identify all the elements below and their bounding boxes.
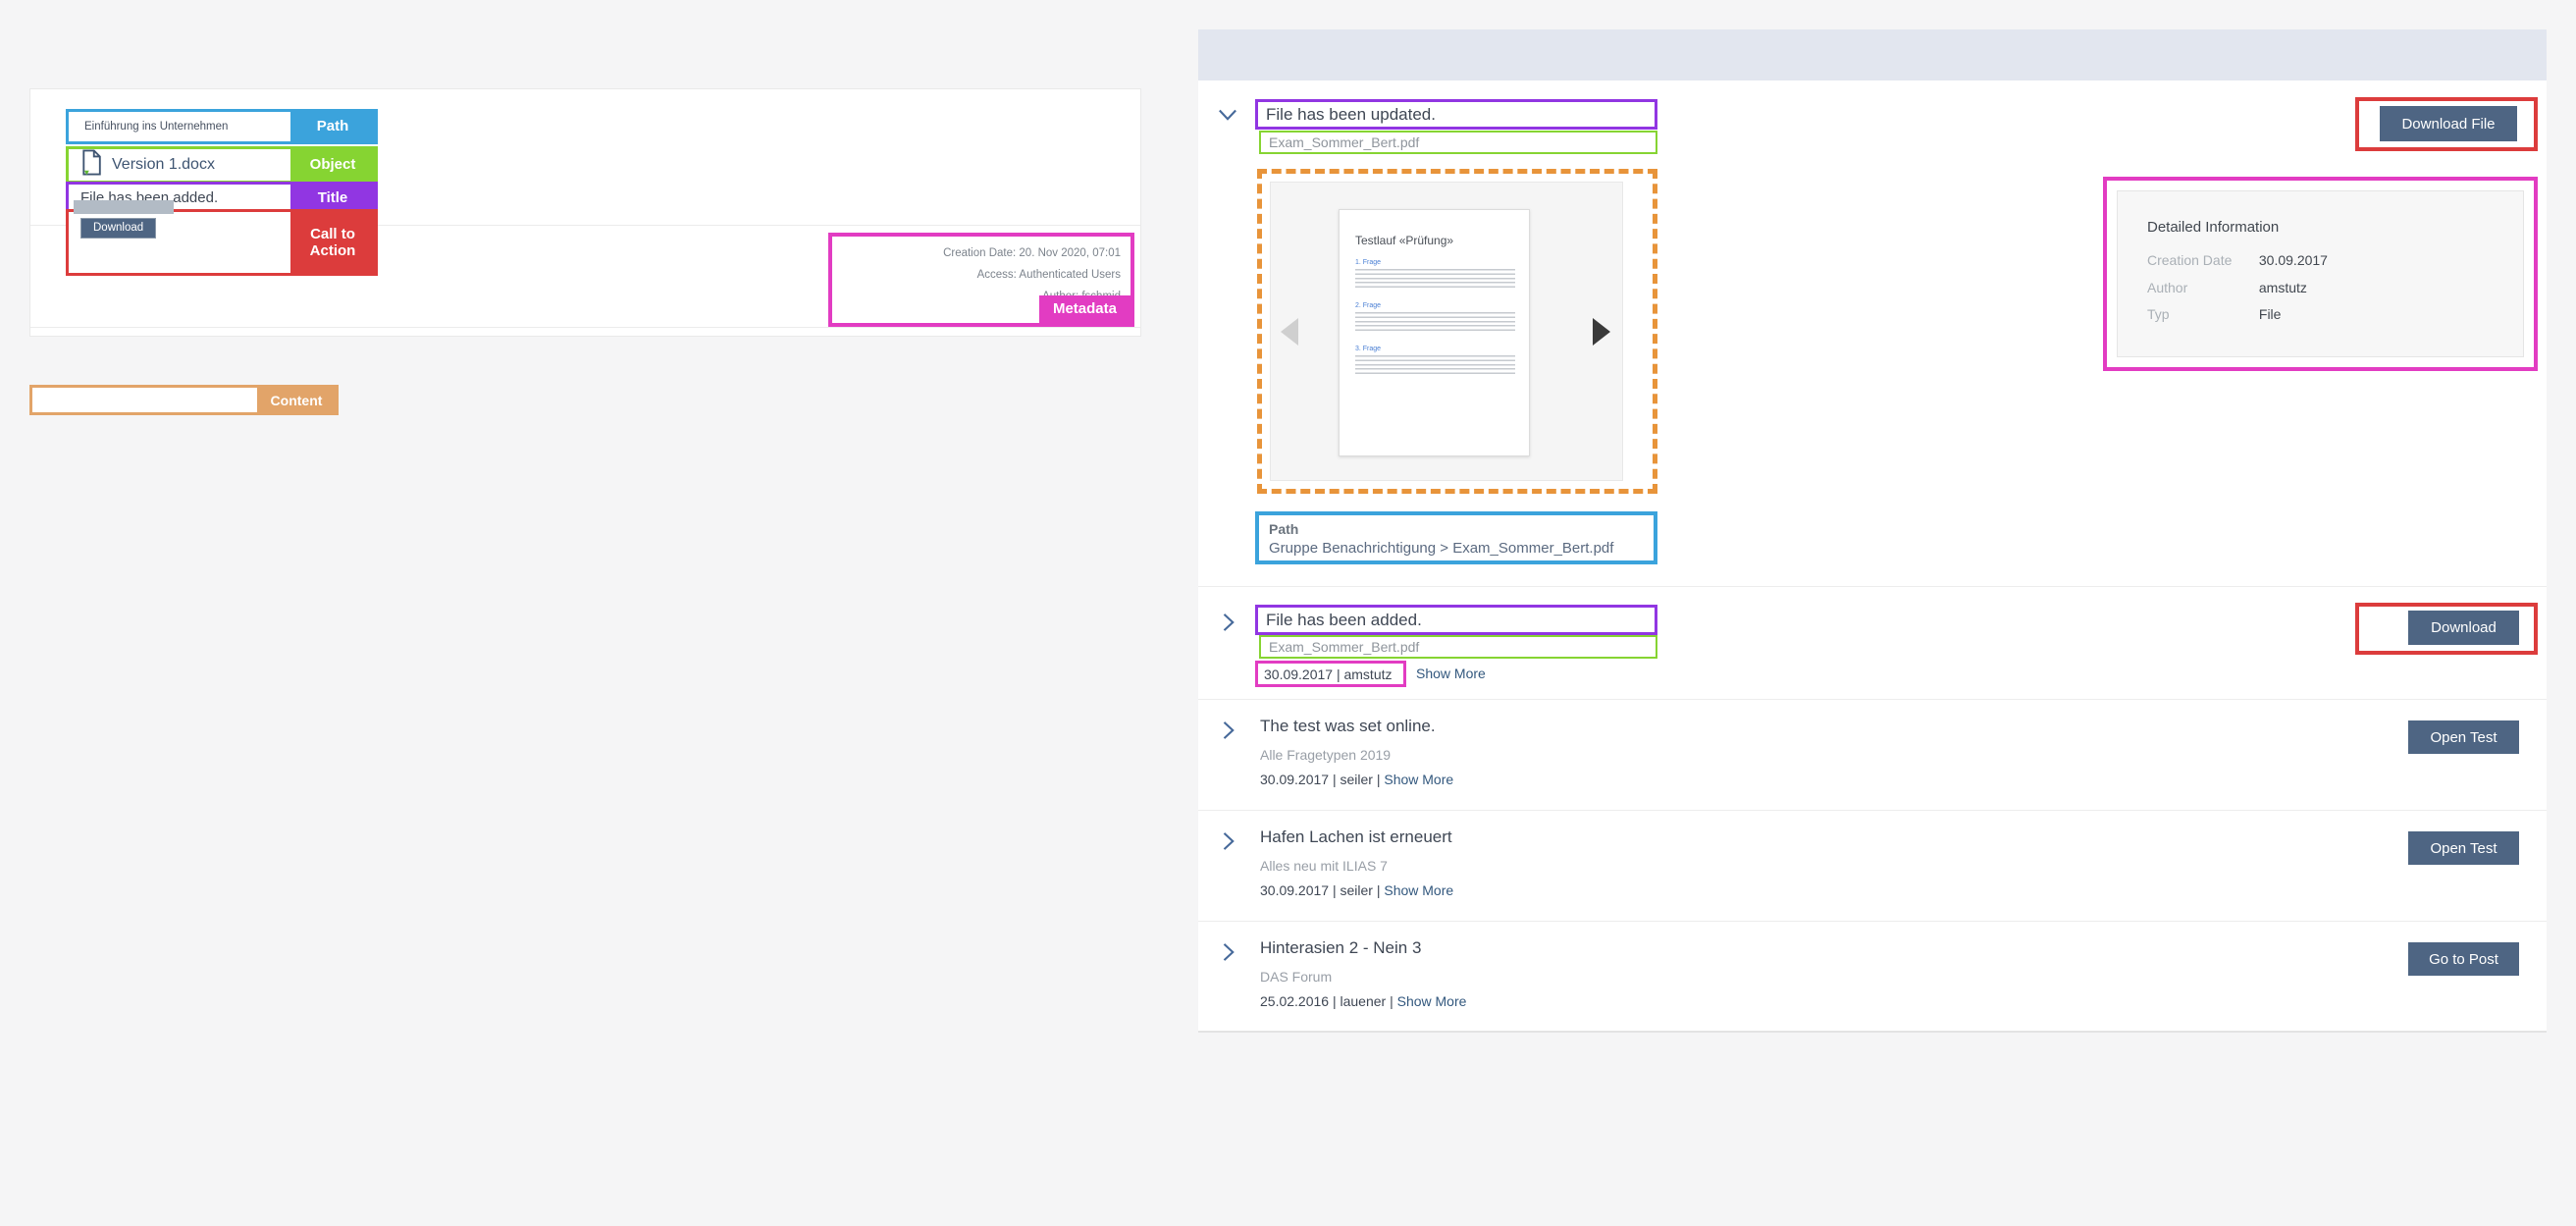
card-divider bbox=[30, 327, 1140, 328]
document-page-thumbnail: Testlauf «Prüfung» 1. Frage 2. Frage 3. … bbox=[1339, 209, 1530, 456]
legend-path-label: Path bbox=[290, 112, 375, 141]
legend-path-content: Einführung ins Unternehmen bbox=[69, 112, 290, 141]
download-file-button[interactable]: Download File bbox=[2380, 106, 2517, 141]
path-label: Path bbox=[1269, 521, 1644, 537]
chevron-right-icon[interactable] bbox=[1214, 609, 1241, 636]
document-section-heading: 3. Frage bbox=[1355, 346, 1515, 352]
document-preview-carousel: Testlauf «Prüfung» 1. Frage 2. Frage 3. … bbox=[1270, 182, 1623, 481]
entry-separator bbox=[1198, 586, 2547, 587]
entry1-preview-box: Testlauf «Prüfung» 1. Frage 2. Frage 3. … bbox=[1257, 169, 1657, 494]
document-text-lines bbox=[1355, 269, 1515, 291]
legend-path-box: Einführung ins Unternehmen Path bbox=[66, 109, 378, 144]
entry2-title-box: File has been added. bbox=[1255, 605, 1657, 635]
legend-metadata-box: Creation Date: 20. Nov 2020, 07:01 Acces… bbox=[828, 233, 1134, 327]
download-button-sample[interactable]: Download bbox=[80, 218, 156, 239]
document-section-heading: 2. Frage bbox=[1355, 302, 1515, 309]
legend-cta-box: Download Call to Action bbox=[66, 209, 378, 276]
details-row-label: Creation Date bbox=[2147, 252, 2255, 268]
detailed-information-panel: Detailed Information Creation Date 30.09… bbox=[2117, 190, 2524, 357]
entry1-path-box: Path Gruppe Benachrichtigung > Exam_Somm… bbox=[1255, 511, 1657, 564]
entry3-meta-text: 30.09.2017 | seiler | bbox=[1260, 772, 1380, 787]
entry2-subtitle-box: Exam_Sommer_Bert.pdf bbox=[1259, 635, 1657, 659]
details-heading: Detailed Information bbox=[2147, 219, 2279, 236]
legend-diagram-card: Einführung ins Unternehmen Path Version … bbox=[29, 88, 1141, 337]
open-test-button[interactable]: Open Test bbox=[2408, 720, 2519, 754]
carousel-next-icon[interactable] bbox=[1593, 318, 1610, 346]
entry2-title: File has been added. bbox=[1266, 611, 1422, 630]
entry3-show-more-link[interactable]: Show More bbox=[1384, 772, 1453, 787]
entry2-meta-box: 30.09.2017 | amstutz bbox=[1255, 661, 1406, 687]
chevron-right-icon[interactable] bbox=[1214, 717, 1241, 744]
document-text-lines bbox=[1355, 312, 1515, 334]
legend-content-area bbox=[32, 388, 257, 412]
details-row-value: amstutz bbox=[2259, 280, 2307, 295]
details-row-value: File bbox=[2259, 306, 2282, 322]
entry5-show-more-link[interactable]: Show More bbox=[1397, 993, 1467, 1009]
entry2-subtitle: Exam_Sommer_Bert.pdf bbox=[1269, 639, 1419, 655]
timeline-header-bar bbox=[1198, 29, 2547, 80]
details-row: Creation Date 30.09.2017 bbox=[2147, 252, 2328, 268]
document-section-heading: 1. Frage bbox=[1355, 259, 1515, 266]
timeline-panel: File has been updated. Exam_Sommer_Bert.… bbox=[1198, 29, 2547, 1033]
legend-object-box: Version 1.docx Object bbox=[66, 146, 378, 184]
document-title: Testlauf «Prüfung» bbox=[1355, 234, 1515, 247]
details-row: Typ File bbox=[2147, 306, 2281, 322]
chevron-right-icon[interactable] bbox=[1214, 827, 1241, 855]
entry1-subtitle: Exam_Sommer_Bert.pdf bbox=[1269, 134, 1419, 150]
entry5-meta-text: 25.02.2016 | lauener | bbox=[1260, 993, 1393, 1009]
details-row-value: 30.09.2017 bbox=[2259, 252, 2328, 268]
entry4-title: Hafen Lachen ist erneuert bbox=[1260, 827, 1452, 847]
page: Einführung ins Unternehmen Path Version … bbox=[0, 0, 2576, 1226]
details-row-label: Typ bbox=[2147, 306, 2255, 322]
details-row-label: Author bbox=[2147, 280, 2255, 295]
entry3-meta: 30.09.2017 | seiler | Show More bbox=[1260, 772, 1453, 787]
entry4-subtitle: Alles neu mit ILIAS 7 bbox=[1260, 858, 1388, 874]
entry1-details-annotation: Detailed Information Creation Date 30.09… bbox=[2103, 177, 2538, 371]
entry2-meta: 30.09.2017 | amstutz bbox=[1264, 666, 1393, 682]
open-test-button[interactable]: Open Test bbox=[2408, 831, 2519, 865]
legend-title-label: Title bbox=[290, 185, 375, 211]
entry1-subtitle-box: Exam_Sommer_Bert.pdf bbox=[1259, 131, 1657, 154]
document-section: 1. Frage bbox=[1355, 259, 1515, 291]
legend-object-content: Version 1.docx bbox=[69, 149, 290, 181]
carousel-prev-icon[interactable] bbox=[1281, 318, 1298, 346]
legend-object-text: Version 1.docx bbox=[112, 156, 215, 174]
legend-object-label: Object bbox=[290, 149, 375, 181]
entry-separator bbox=[1198, 921, 2547, 922]
legend-metadata-label: Metadata bbox=[1039, 295, 1130, 323]
details-row: Author amstutz bbox=[2147, 280, 2307, 295]
entry2-show-more-link[interactable]: Show More bbox=[1416, 666, 1486, 681]
legend-content-box: Content bbox=[29, 385, 339, 415]
entry4-show-more-link[interactable]: Show More bbox=[1384, 882, 1453, 898]
chevron-down-icon[interactable] bbox=[1214, 100, 1241, 128]
legend-path-text: Einführung ins Unternehmen bbox=[80, 121, 228, 133]
entry1-title: File has been updated. bbox=[1266, 105, 1436, 125]
entry4-meta: 30.09.2017 | seiler | Show More bbox=[1260, 882, 1453, 898]
entry5-title: Hinterasien 2 - Nein 3 bbox=[1260, 938, 1421, 958]
legend-cta-content: Download bbox=[69, 212, 290, 273]
document-section: 3. Frage bbox=[1355, 346, 1515, 377]
entry-separator bbox=[1198, 810, 2547, 811]
path-value: Gruppe Benachrichtigung > Exam_Sommer_Be… bbox=[1269, 540, 1644, 557]
document-text-lines bbox=[1355, 355, 1515, 377]
metadata-line-creation: Creation Date: 20. Nov 2020, 07:01 bbox=[943, 242, 1121, 264]
document-section: 2. Frage bbox=[1355, 302, 1515, 334]
button-ghost-shape bbox=[74, 200, 174, 214]
entry5-meta: 25.02.2016 | lauener | Show More bbox=[1260, 993, 1466, 1009]
metadata-line-access: Access: Authenticated Users bbox=[943, 264, 1121, 286]
go-to-post-button[interactable]: Go to Post bbox=[2408, 942, 2519, 976]
download-button[interactable]: Download bbox=[2408, 611, 2519, 645]
legend-cta-label: Call to Action bbox=[290, 212, 375, 273]
file-icon bbox=[80, 149, 102, 181]
entry3-subtitle: Alle Fragetypen 2019 bbox=[1260, 747, 1391, 763]
legend-content-label: Content bbox=[257, 388, 336, 412]
chevron-right-icon[interactable] bbox=[1214, 938, 1241, 966]
entry-separator bbox=[1198, 699, 2547, 700]
entry5-subtitle: DAS Forum bbox=[1260, 969, 1332, 985]
entry4-meta-text: 30.09.2017 | seiler | bbox=[1260, 882, 1380, 898]
entry1-title-box: File has been updated. bbox=[1255, 99, 1657, 130]
entry3-title: The test was set online. bbox=[1260, 717, 1436, 736]
